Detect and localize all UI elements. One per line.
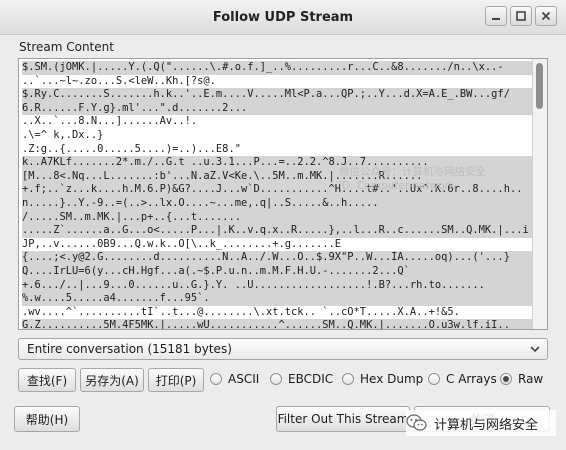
print-button[interactable]: 打印(P): [148, 368, 204, 392]
format-radio-raw[interactable]: Raw: [500, 372, 543, 386]
minimize-button[interactable]: [485, 6, 507, 26]
minimize-icon: [492, 18, 500, 20]
stream-line: Q....IrLU=6(y...cH.Hgf...a(.~$.P.u.n..m.…: [22, 264, 532, 279]
stream-line: JP,..v......0B9...Q.w.k..O[\..k_........…: [22, 237, 342, 250]
stream-line: ..`...~l~.zo...S.<leW..Kh.[?s@.: [22, 74, 216, 87]
maximize-icon: [516, 11, 526, 21]
close-window-button[interactable]: [535, 6, 557, 26]
scrollbar-thumb[interactable]: [536, 63, 543, 109]
chevron-down-icon: [530, 346, 540, 353]
close-icon: [541, 11, 551, 21]
help-button[interactable]: 帮助(H): [14, 406, 80, 432]
stream-line: +.6.../..|...9...0......u..G.}.Y. ..U...…: [22, 278, 532, 293]
stream-line: 6.R......F.Y.g}.ml'...".d.......2...: [22, 101, 532, 116]
vertical-scrollbar[interactable]: [532, 59, 547, 329]
stream-line: .\=^ k,.Dx..}: [22, 128, 104, 141]
stream-line: .wv....^`..........tI`..t...@........\.x…: [22, 305, 460, 318]
format-label: Hex Dump: [360, 372, 424, 386]
format-radio-ebcdic[interactable]: EBCDIC: [270, 372, 333, 386]
stream-line: ..X..`...8.N...]......Av..!.: [22, 115, 198, 128]
format-label: EBCDIC: [288, 372, 334, 386]
stream-line: n.....}..Y.-9..=(..>..lx.O....~...me,.q|…: [22, 196, 532, 211]
format-label: Raw: [518, 372, 544, 386]
window-title: Follow UDP Stream: [212, 10, 354, 25]
format-label: C Arrays: [446, 372, 497, 386]
stream-line: G.Z..........5M.4F5MK.|.....wU..........…: [22, 319, 532, 329]
save-as-button[interactable]: 另存为(A): [80, 368, 144, 392]
format-radio-ascii[interactable]: ASCII: [210, 372, 259, 386]
stream-content-area[interactable]: $.SM.(jOMK.|.....Y.(.Q("......\.#.o.f.]_…: [18, 58, 548, 330]
radio-dot-selected: [500, 373, 512, 385]
maximize-button[interactable]: [510, 6, 532, 26]
conversation-select-value: Entire conversation (15181 bytes): [27, 342, 232, 356]
radio-dot: [270, 373, 282, 385]
stream-line: .Z:g..{.....0.....5....)=..)...E8.": [22, 142, 241, 155]
watermark-line-1: 微信公众号：计算机与网络安全: [339, 166, 486, 178]
stream-line: {....;<.y@2.G........d..........N..A../.…: [22, 251, 532, 265]
format-radio-c-arrays[interactable]: C Arrays: [428, 372, 497, 386]
stream-line: $.Ry.C.......S.......h.k..'..E.m....V...…: [22, 88, 532, 102]
stream-text[interactable]: $.SM.(jOMK.|.....Y.(.Q("......\.#.o.f.]_…: [22, 61, 532, 329]
title-bar: Follow UDP Stream: [0, 0, 566, 35]
radio-dot: [428, 373, 440, 385]
stream-line: /.....SM..m.MK.|...p+..{...t.......: [22, 210, 532, 225]
stream-line: $.SM.(jOMK.|.....Y.(.Q("......\.#.o.f.]_…: [22, 61, 532, 75]
stream-content-label: Stream Content: [19, 40, 114, 54]
filter-out-stream-button[interactable]: Filter Out This Stream: [276, 406, 410, 432]
conversation-select[interactable]: Entire conversation (15181 bytes): [18, 338, 548, 360]
stream-line: .....Z`......a..G...o<.....P...|.K..v.q.…: [22, 224, 532, 238]
watermark: 微信公众号：计算机与网络安全 ID: Computer-network: [339, 165, 486, 193]
radio-dot: [342, 373, 354, 385]
watermark-line-2: ID: Computer-network: [339, 180, 456, 192]
wechat-icon: [406, 414, 427, 431]
find-button[interactable]: 查找(F): [18, 368, 76, 392]
radio-dot: [210, 373, 222, 385]
wechat-badge: 计算机与网络安全: [406, 410, 556, 436]
format-label: ASCII: [228, 372, 260, 386]
badge-text: 计算机与网络安全: [434, 417, 539, 433]
format-radio-hex-dump[interactable]: Hex Dump: [342, 372, 423, 386]
stream-line: %.w....5.....a4.......f...95`.: [22, 292, 532, 306]
